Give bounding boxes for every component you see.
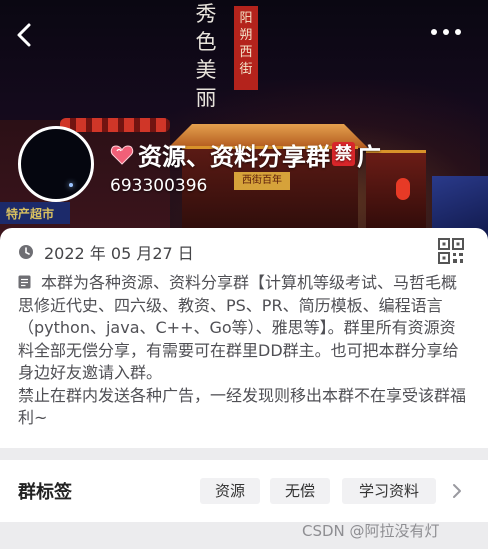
banner-plaque: 西街百年 (234, 172, 290, 190)
group-name-suffix: 广 (357, 142, 381, 171)
group-avatar[interactable] (18, 126, 94, 202)
watermark: CSDN @阿拉没有灯 (302, 522, 440, 540)
group-description: 本群为各种资源、资料分享群【计算机等级考试、马哲毛概思修近代史、四六级、教资、P… (18, 272, 470, 430)
tag-item[interactable]: 无偿 (270, 478, 330, 504)
group-info-card: 2022 年 05 月27 日 本群为各种资源、资料分享群【计算机等级考试、马哲… (0, 228, 488, 448)
ban-emoji: 禁 (332, 142, 355, 166)
banner-left-sign: 特产超市 (0, 202, 70, 224)
qrcode-icon[interactable] (438, 238, 464, 264)
created-date-row: 2022 年 05 月27 日 (18, 240, 194, 264)
document-icon (18, 275, 31, 289)
description-paragraph-1: 本群为各种资源、资料分享群【计算机等级考试、马哲毛概思修近代史、四六级、教资、P… (18, 273, 459, 382)
more-button[interactable] (428, 22, 464, 46)
description-paragraph-2: 禁止在群内发送各种广告，一经发现则移出本群不在享受该群福利~ (18, 385, 467, 428)
chevron-left-icon (17, 23, 31, 47)
banner-seal: 阳朔西街 (234, 6, 258, 90)
back-button[interactable] (14, 22, 38, 47)
clock-icon (19, 245, 33, 259)
group-cover-banner: 特产超市 西街百年 秀色美丽 阳朔西街 资源、资料分享群 禁 广 6933003… (0, 0, 488, 240)
group-tags-row[interactable]: 群标签 资源 无偿 学习资料 (0, 460, 488, 522)
group-id[interactable]: 693300396 (110, 176, 207, 196)
created-date: 2022 年 05 月27 日 (44, 244, 194, 263)
banner-lanterns (60, 118, 170, 132)
group-name: 资源、资料分享群 禁 广 (110, 134, 381, 174)
group-name-text: 资源、资料分享群 (138, 142, 330, 171)
chevron-right-icon[interactable] (450, 480, 464, 502)
tag-item[interactable]: 学习资料 (342, 478, 436, 504)
banner-calligraphy: 秀色美丽 (195, 2, 217, 110)
heart-icon (110, 145, 134, 165)
more-dots-icon (431, 29, 461, 35)
banner-right-lantern (396, 178, 410, 200)
tag-item[interactable]: 资源 (200, 478, 260, 504)
group-tags-label: 群标签 (18, 482, 72, 503)
